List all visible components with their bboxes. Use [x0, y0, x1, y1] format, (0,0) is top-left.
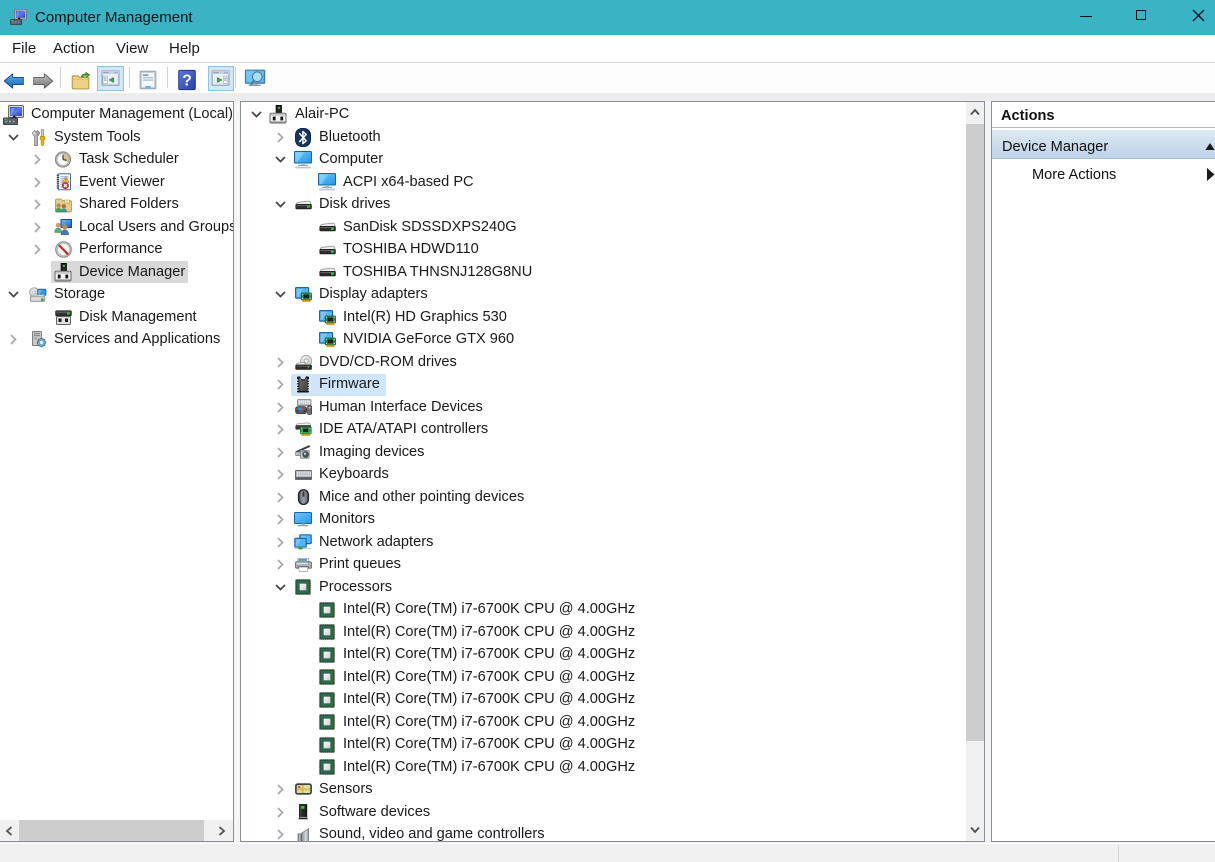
svg-text:?: ?: [182, 73, 192, 90]
